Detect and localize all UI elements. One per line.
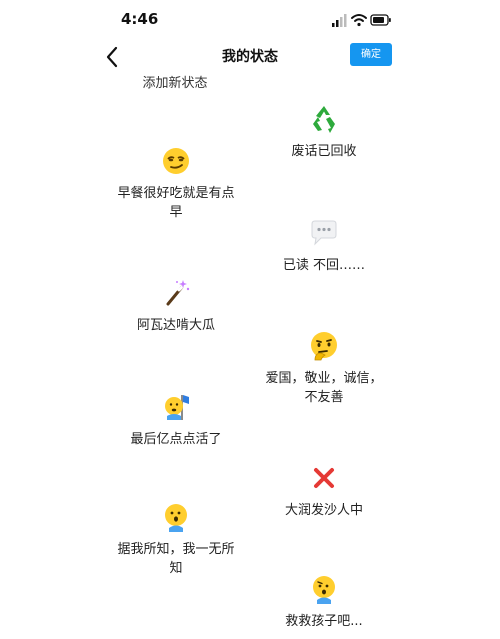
status-label: 救救孩子吧... [285,614,363,629]
waving-flag-face-icon [165,395,189,420]
status-item[interactable]: 救救孩子吧... [262,574,386,631]
status-item[interactable]: 据我所知，我一无所知 [114,502,238,578]
status-item[interactable]: 早餐很好吃就是有点早 [114,146,238,222]
status-label: 废话已回收 [291,144,357,159]
recycle-icon [313,106,335,133]
status-label: 大润发沙人中 [284,503,363,518]
magic-wand-icon [166,280,190,306]
signal-icon [332,14,347,27]
status-time: 4:46 [121,10,159,28]
speech-bubble-icon [311,220,337,246]
status-item[interactable]: 大润发沙人中 [262,463,386,520]
status-label: 早餐很好吃就是有点早 [117,186,235,220]
page-title: 我的状态 [222,49,278,65]
worried-face-icon [313,576,335,604]
wifi-icon [351,14,367,27]
status-icons [332,14,391,27]
battery-icon [370,14,391,26]
status-item[interactable]: 爱国，敬业，诚信，不友善 [262,331,386,407]
cross-mark-icon [314,468,334,488]
confirm-button[interactable]: 确定 [350,43,392,66]
nav-bar: 我的状态 确定 [0,40,500,74]
add-status-link[interactable]: 添加新状态 [100,72,250,91]
status-label: 阿瓦达啃大瓜 [136,318,215,333]
status-label: 最后亿点点活了 [130,432,222,447]
status-bar: 4:46 [0,0,500,40]
smug-face-icon [163,148,189,174]
status-item[interactable]: 阿瓦达啃大瓜 [114,278,238,335]
status-item[interactable]: 最后亿点点活了 [114,392,238,449]
status-label: 据我所知，我一无所知 [117,542,235,576]
status-label: 爱国，敬业，诚信，不友善 [265,371,383,405]
status-item[interactable]: 已读 不回…… [262,218,386,275]
status-item[interactable]: 废话已回收 [262,104,386,161]
thinking-face-icon [311,332,337,361]
confused-face-icon [165,504,187,532]
status-label: 已读 不回…… [282,258,366,273]
